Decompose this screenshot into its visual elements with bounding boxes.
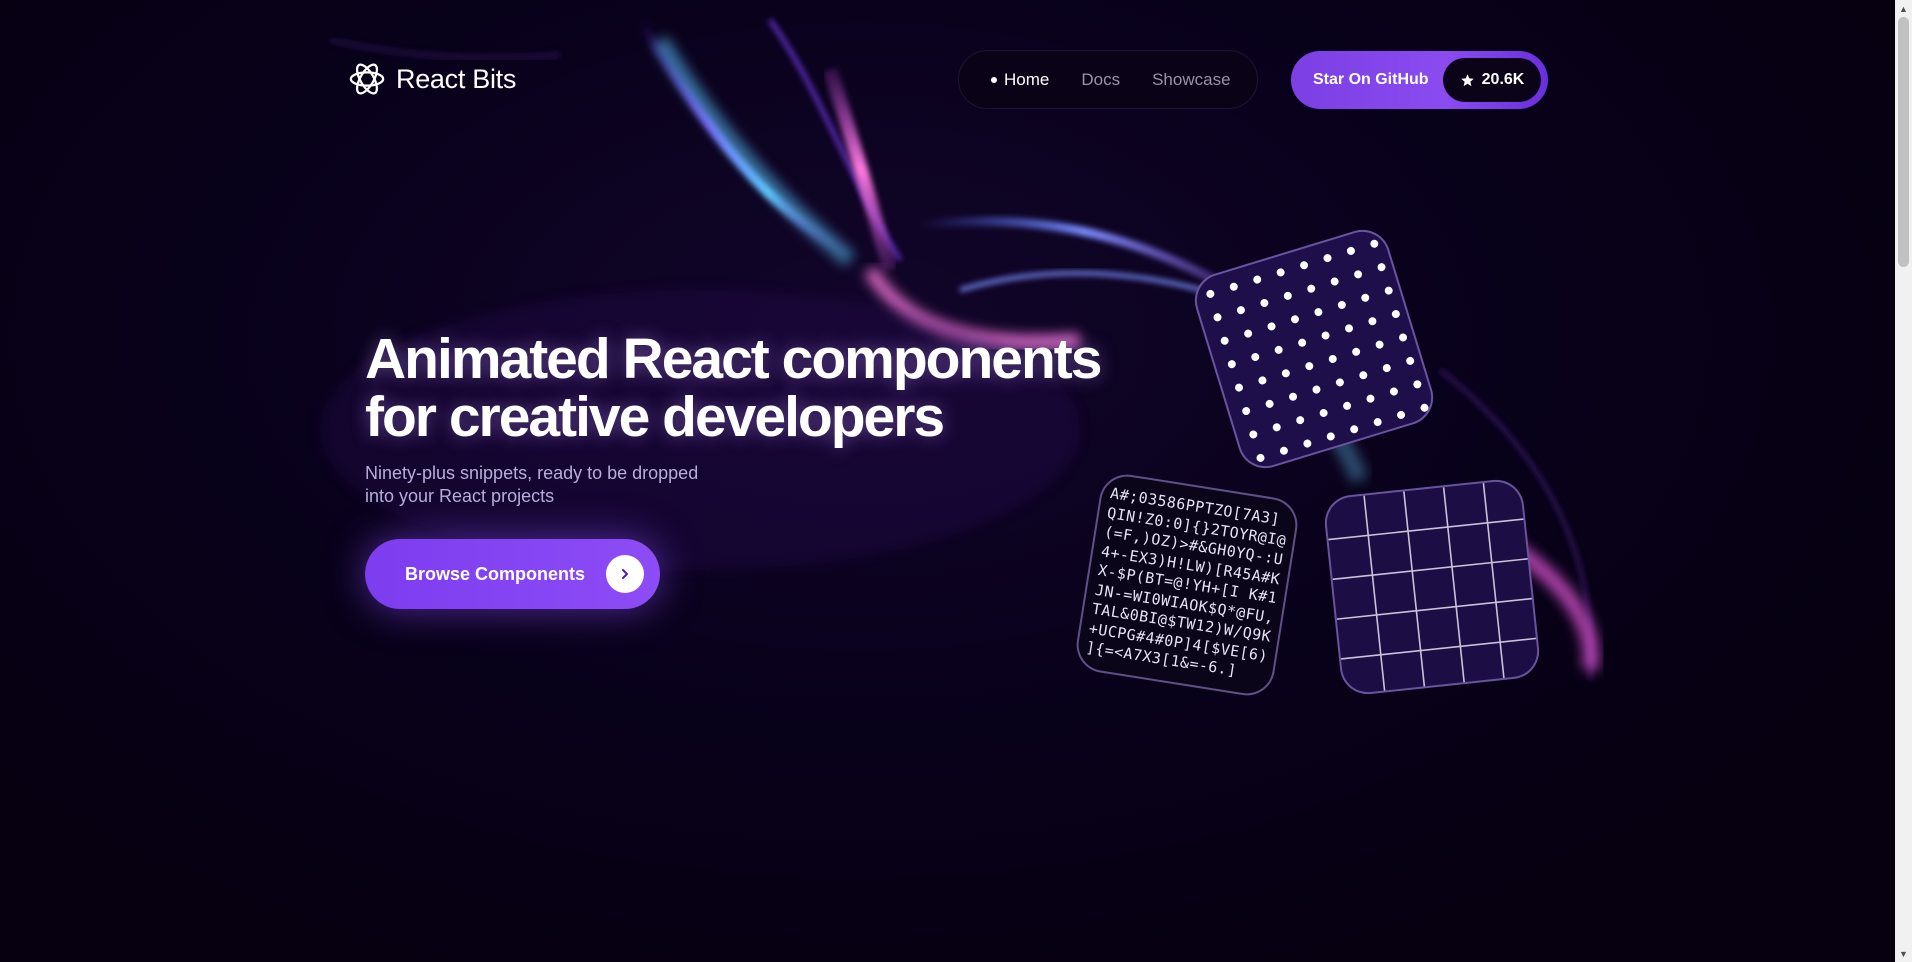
atom-icon — [349, 63, 385, 95]
pattern-dot — [1361, 293, 1370, 302]
pattern-dot — [1382, 364, 1391, 373]
pattern-dot — [1296, 416, 1305, 425]
pattern-dot — [1354, 270, 1363, 279]
github-star-count: 20.6K — [1443, 58, 1541, 102]
pattern-dot — [1397, 410, 1406, 419]
pattern-dot — [1319, 408, 1328, 417]
pattern-dot — [1300, 261, 1309, 270]
pattern-dot — [1258, 376, 1267, 385]
pattern-dot — [1368, 317, 1377, 326]
pattern-dot — [1352, 347, 1361, 356]
ascii-text: A#;03586PPTZO[7A3] QIN!Z0:0]{}2TOYR@I@ (=F… — [1075, 473, 1299, 697]
landing-page: React Bits Home Docs Showcase Star On Gi… — [0, 0, 1912, 962]
grid-tile — [1322, 477, 1542, 697]
browse-components-label: Browse Components — [405, 563, 586, 584]
pattern-dot — [1326, 432, 1335, 441]
pattern-dot — [1229, 282, 1238, 291]
pattern-dot — [1307, 284, 1316, 293]
nav-item-label: Home — [1004, 69, 1050, 89]
pattern-dot — [1220, 336, 1229, 345]
pattern-dot — [1406, 356, 1415, 365]
pattern-dot — [1330, 277, 1339, 286]
scrollbar-thumb[interactable] — [1898, 17, 1909, 267]
scroll-down-arrow-icon[interactable]: ▼ — [1895, 945, 1912, 962]
pattern-dot — [1242, 407, 1251, 416]
hero-title: Animated React components for creative d… — [365, 327, 1102, 449]
pattern-dot — [1290, 315, 1299, 324]
pattern-dot — [1236, 306, 1245, 315]
pattern-dot — [1213, 313, 1222, 322]
pattern-dot — [1249, 430, 1258, 439]
pattern-dot — [1274, 345, 1283, 354]
nav-item-home[interactable]: Home — [991, 70, 1049, 90]
main-nav: Home Docs Showcase — [958, 50, 1258, 109]
hero-subtitle-line-2: into your React projects — [365, 486, 555, 506]
pattern-dot — [1206, 289, 1215, 298]
pattern-dot — [1377, 263, 1386, 272]
pattern-dot — [1389, 387, 1398, 396]
pattern-dot — [1256, 453, 1265, 462]
pattern-dot — [1283, 291, 1292, 300]
pattern-dot — [1244, 329, 1253, 338]
pattern-dot — [1323, 254, 1332, 263]
pattern-dot — [1305, 362, 1314, 371]
pattern-dot — [1328, 354, 1337, 363]
pattern-dot — [1253, 275, 1262, 284]
browse-components-button[interactable]: Browse Components — [365, 539, 660, 609]
pattern-dot — [1260, 298, 1269, 307]
nav-item-docs[interactable]: Docs — [1081, 70, 1120, 90]
grid-pattern — [1328, 482, 1541, 695]
pattern-dot — [1344, 324, 1353, 333]
pattern-dot — [1370, 239, 1379, 248]
pattern-dot — [1235, 383, 1244, 392]
pattern-dot — [1265, 399, 1274, 408]
background-ribbons — [320, 17, 1600, 681]
pattern-dot — [1321, 331, 1330, 340]
page-scrollbar[interactable]: ▲ ▼ — [1895, 0, 1912, 962]
pattern-dot — [1303, 439, 1312, 448]
active-dot-icon — [991, 76, 997, 83]
hero-title-line-1: Animated React components — [365, 327, 1102, 391]
pattern-dot — [1384, 286, 1393, 295]
scroll-up-arrow-icon[interactable]: ▲ — [1895, 0, 1912, 17]
dots-tile — [1187, 222, 1441, 476]
pattern-dot — [1391, 310, 1400, 319]
pattern-dot — [1350, 425, 1359, 434]
pattern-dot — [1375, 340, 1384, 349]
ascii-tile: A#;03586PPTZO[7A3] QIN!Z0:0]{}2TOYR@I@ (=F… — [1072, 470, 1302, 700]
pattern-dot — [1337, 300, 1346, 309]
brand-logo[interactable]: React Bits — [348, 60, 516, 98]
hero-subtitle: Ninety-plus snippets, ready to be droppe… — [365, 462, 698, 508]
pattern-dot — [1346, 246, 1355, 255]
github-star-button[interactable]: Star On GitHub 20.6K — [1291, 51, 1548, 109]
brand-name: React Bits — [396, 63, 517, 94]
pattern-dot — [1343, 401, 1352, 410]
hero-title-line-2: for creative developers — [365, 385, 945, 449]
hero-subtitle-line-1: Ninety-plus snippets, ready to be droppe… — [365, 463, 699, 483]
pattern-dot — [1413, 380, 1422, 389]
pattern-dot — [1335, 378, 1344, 387]
pattern-dot — [1276, 268, 1285, 277]
nav-item-showcase[interactable]: Showcase — [1152, 70, 1230, 90]
github-star-label: Star On GitHub — [1313, 71, 1429, 88]
star-icon — [1460, 73, 1474, 86]
pattern-dot — [1314, 308, 1323, 317]
pattern-dot — [1373, 418, 1382, 427]
pattern-dot — [1366, 394, 1375, 403]
pattern-dot — [1279, 446, 1288, 455]
chevron-right-icon — [606, 555, 644, 593]
pattern-dot — [1267, 322, 1276, 331]
pattern-dot — [1227, 360, 1236, 369]
pattern-dot — [1281, 369, 1290, 378]
pattern-dot — [1399, 333, 1408, 342]
pattern-dot — [1272, 423, 1281, 432]
pattern-dot — [1312, 385, 1321, 394]
pattern-dot — [1359, 371, 1368, 380]
pattern-dot — [1251, 353, 1260, 362]
pattern-dot — [1298, 338, 1307, 347]
pattern-dot — [1420, 403, 1429, 412]
star-count-value: 20.6K — [1481, 71, 1525, 88]
pattern-dot — [1289, 392, 1298, 401]
dot-pattern — [1206, 239, 1429, 462]
